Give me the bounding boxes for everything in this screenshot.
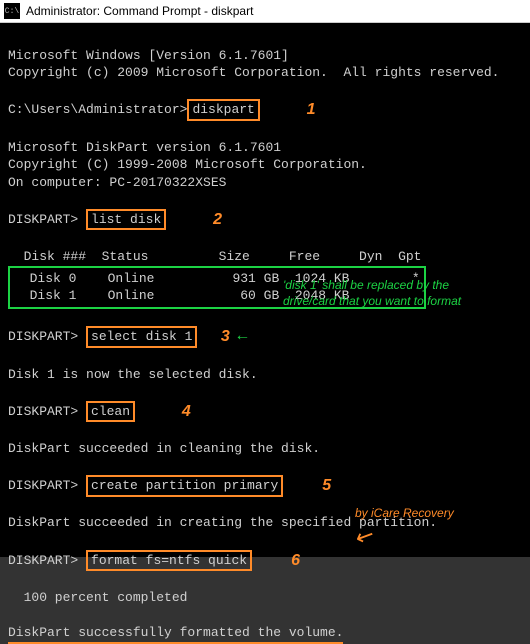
win-copyright-line: Copyright (c) 2009 Microsoft Corporation…: [8, 65, 499, 80]
diskpart-computer-line: On computer: PC-20170322XSES: [8, 175, 226, 190]
prompt-4: DISKPART>: [8, 404, 78, 419]
note-line-2: drive/card that you want to format: [283, 294, 461, 308]
note-line-1: 'disk 1' shall be replaced by the: [283, 278, 449, 292]
result-3: Disk 1 is now the selected disk.: [8, 367, 258, 382]
annotation-num-4: 4: [182, 401, 191, 423]
annotation-num-5: 5: [322, 475, 331, 497]
disk-table-header: Disk ### Status Size Free Dyn Gpt: [8, 249, 421, 264]
command-3-select-disk: select disk 1: [86, 326, 197, 348]
green-arrow-icon: ←: [238, 327, 248, 345]
prompt-1: C:\Users\Administrator>: [8, 102, 187, 117]
diskpart-copyright-line: Copyright (C) 1999-2008 Microsoft Corpor…: [8, 157, 367, 172]
annotation-num-3: 3: [221, 326, 230, 348]
command-2-list-disk: list disk: [86, 209, 166, 231]
window-title-bar: C:\ Administrator: Command Prompt - disk…: [0, 0, 530, 23]
credit-label: by iCare Recovery: [355, 505, 454, 521]
command-1-diskpart: diskpart: [187, 99, 259, 121]
annotation-num-1: 1: [307, 99, 316, 121]
terminal-area[interactable]: Microsoft Windows [Version 6.1.7601] Cop…: [0, 23, 530, 557]
cmd-icon-text: C:\: [5, 7, 19, 16]
prompt-5: DISKPART>: [8, 478, 78, 493]
prompt-6: DISKPART>: [8, 553, 78, 568]
annotation-note: 'disk 1' shall be replaced by the drive/c…: [283, 277, 523, 309]
command-5-create-partition: create partition primary: [86, 475, 283, 497]
window-title: Administrator: Command Prompt - diskpart: [26, 4, 253, 18]
cmd-icon: C:\: [4, 3, 20, 19]
annotation-num-2: 2: [213, 209, 222, 231]
command-6-format: format fs=ntfs quick: [86, 550, 252, 572]
win-version-line: Microsoft Windows [Version 6.1.7601]: [8, 48, 289, 63]
prompt-2: DISKPART>: [8, 212, 78, 227]
progress-line: 100 percent completed: [8, 590, 187, 605]
result-4: DiskPart succeeded in cleaning the disk.: [8, 441, 320, 456]
command-4-clean: clean: [86, 401, 135, 423]
prompt-3: DISKPART>: [8, 329, 78, 344]
diskpart-version-line: Microsoft DiskPart version 6.1.7601: [8, 140, 281, 155]
annotation-num-6: 6: [291, 550, 300, 572]
result-6: DiskPart successfully formatted the volu…: [8, 624, 343, 644]
